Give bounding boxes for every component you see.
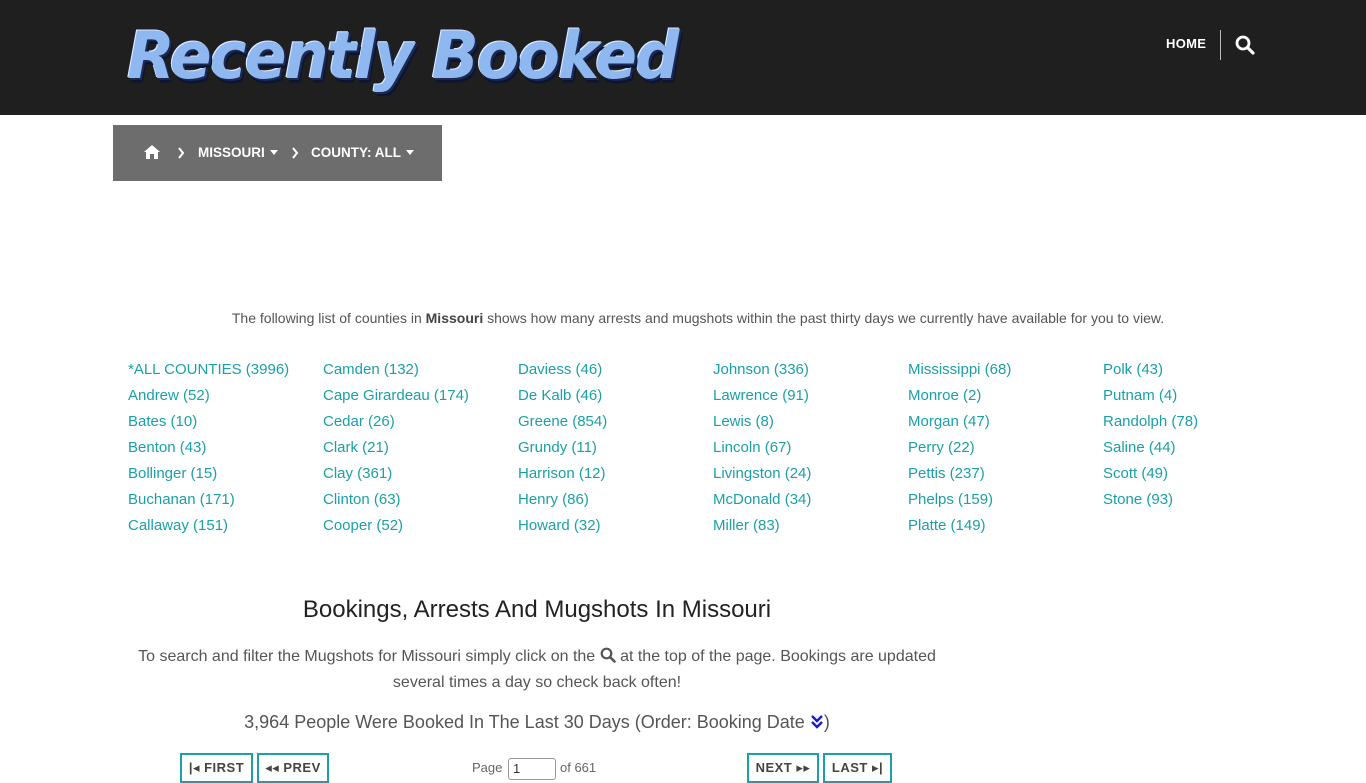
county-link[interactable]: Cedar (26) [323, 411, 513, 437]
nav-home-link[interactable]: HOME [1166, 36, 1206, 51]
county-link[interactable]: Daviess (46) [518, 359, 708, 385]
county-link[interactable]: Mississippi (68) [908, 359, 1098, 385]
intro-text: The following list of counties in Missou… [0, 310, 1366, 326]
county-link[interactable]: Miller (83) [713, 515, 903, 541]
county-link[interactable]: Putnam (4) [1103, 385, 1293, 411]
county-link[interactable]: Camden (132) [323, 359, 513, 385]
county-link[interactable]: De Kalb (46) [518, 385, 708, 411]
search-instructions: To search and filter the Mugshots for Mi… [113, 644, 961, 696]
county-column: Daviess (46) De Kalb (46) Greene (854) G… [518, 359, 708, 541]
booked-count: 3,964 People Were Booked In The Last 30 … [0, 712, 1074, 733]
breadcrumb-county-label: COUNTY: ALL [311, 145, 401, 160]
county-column: Johnson (336) Lawrence (91) Lewis (8) Li… [713, 359, 903, 541]
county-link[interactable]: Pettis (237) [908, 463, 1098, 489]
breadcrumb: MISSOURI COUNTY: ALL [113, 125, 442, 181]
county-column: Mississippi (68) Monroe (2) Morgan (47) … [908, 359, 1098, 541]
county-link[interactable]: Morgan (47) [908, 411, 1098, 437]
county-link[interactable]: Bates (10) [128, 411, 318, 437]
caret-down-icon [269, 149, 278, 155]
county-link[interactable]: Lewis (8) [713, 411, 903, 437]
county-link[interactable]: McDonald (34) [713, 489, 903, 515]
county-link[interactable]: Bollinger (15) [128, 463, 318, 489]
prev-page-button[interactable]: ◂◂ PREV [257, 753, 329, 783]
booked-count-text: 3,964 People Were Booked In The Last 30 … [244, 712, 810, 732]
page-select[interactable]: 1 [508, 758, 556, 780]
county-link[interactable]: Phelps (159) [908, 489, 1098, 515]
county-link[interactable]: Clay (361) [323, 463, 513, 489]
breadcrumb-state-dropdown[interactable]: MISSOURI [198, 145, 278, 160]
caret-down-icon [406, 149, 414, 155]
county-link[interactable]: Greene (854) [518, 411, 708, 437]
nav-divider [1220, 30, 1221, 60]
first-page-button[interactable]: |◂ FIRST [180, 753, 253, 783]
double-chevron-down-icon[interactable] [810, 714, 824, 730]
county-link[interactable]: Cape Girardeau (174) [323, 385, 513, 411]
county-link[interactable]: Livingston (24) [713, 463, 903, 489]
county-link[interactable]: Grundy (11) [518, 437, 708, 463]
search-icon[interactable] [1235, 35, 1255, 55]
county-link[interactable]: Monroe (2) [908, 385, 1098, 411]
county-link[interactable]: Harrison (12) [518, 463, 708, 489]
county-link[interactable]: Platte (149) [908, 515, 1098, 541]
last-page-button[interactable]: LAST ▸| [823, 753, 892, 783]
county-link[interactable]: Clark (21) [323, 437, 513, 463]
county-column: Polk (43) Putnam (4) Randolph (78) Salin… [1103, 359, 1293, 515]
county-link[interactable]: Andrew (52) [128, 385, 318, 411]
county-link[interactable]: Callaway (151) [128, 515, 318, 541]
page-select-value: 1 [513, 761, 521, 776]
site-logo[interactable]: Recently Booked [127, 14, 679, 98]
county-link[interactable]: Benton (43) [128, 437, 318, 463]
county-link[interactable]: Cooper (52) [323, 515, 513, 541]
breadcrumb-state-label: MISSOURI [198, 145, 265, 160]
county-link[interactable]: Perry (22) [908, 437, 1098, 463]
desc-before: To search and filter the Mugshots for Mi… [138, 648, 600, 665]
county-link[interactable]: Scott (49) [1103, 463, 1293, 489]
booked-close: ) [823, 712, 830, 732]
county-link[interactable]: Lincoln (67) [713, 437, 903, 463]
county-column: *ALL COUNTIES (3996) Andrew (52) Bates (… [128, 359, 318, 541]
breadcrumb-county-dropdown[interactable]: COUNTY: ALL [311, 145, 414, 160]
county-link[interactable]: Clinton (63) [323, 489, 513, 515]
county-link[interactable]: *ALL COUNTIES (3996) [128, 359, 318, 385]
intro-after: shows how many arrests and mugshots with… [483, 310, 1165, 326]
next-page-button[interactable]: NEXT ▸▸ [747, 753, 819, 783]
county-link[interactable]: Johnson (336) [713, 359, 903, 385]
county-link[interactable]: Howard (32) [518, 515, 708, 541]
county-link[interactable]: Stone (93) [1103, 489, 1293, 515]
county-link[interactable]: Lawrence (91) [713, 385, 903, 411]
county-link[interactable]: Polk (43) [1103, 359, 1293, 385]
intro-before: The following list of counties in [231, 310, 426, 326]
search-icon [600, 647, 616, 663]
chevron-right-icon [178, 147, 185, 159]
county-link[interactable]: Buchanan (171) [128, 489, 318, 515]
county-link[interactable]: Randolph (78) [1103, 411, 1293, 437]
county-link[interactable]: Saline (44) [1103, 437, 1293, 463]
home-icon[interactable] [143, 144, 161, 160]
intro-state: Missouri [425, 310, 484, 326]
county-column: Camden (132) Cape Girardeau (174) Cedar … [323, 359, 513, 541]
page-title: Bookings, Arrests And Mugshots In Missou… [302, 596, 772, 623]
county-link[interactable]: Henry (86) [518, 489, 708, 515]
chevron-right-icon [292, 147, 299, 159]
site-header: Recently Booked HOME [0, 0, 1366, 115]
